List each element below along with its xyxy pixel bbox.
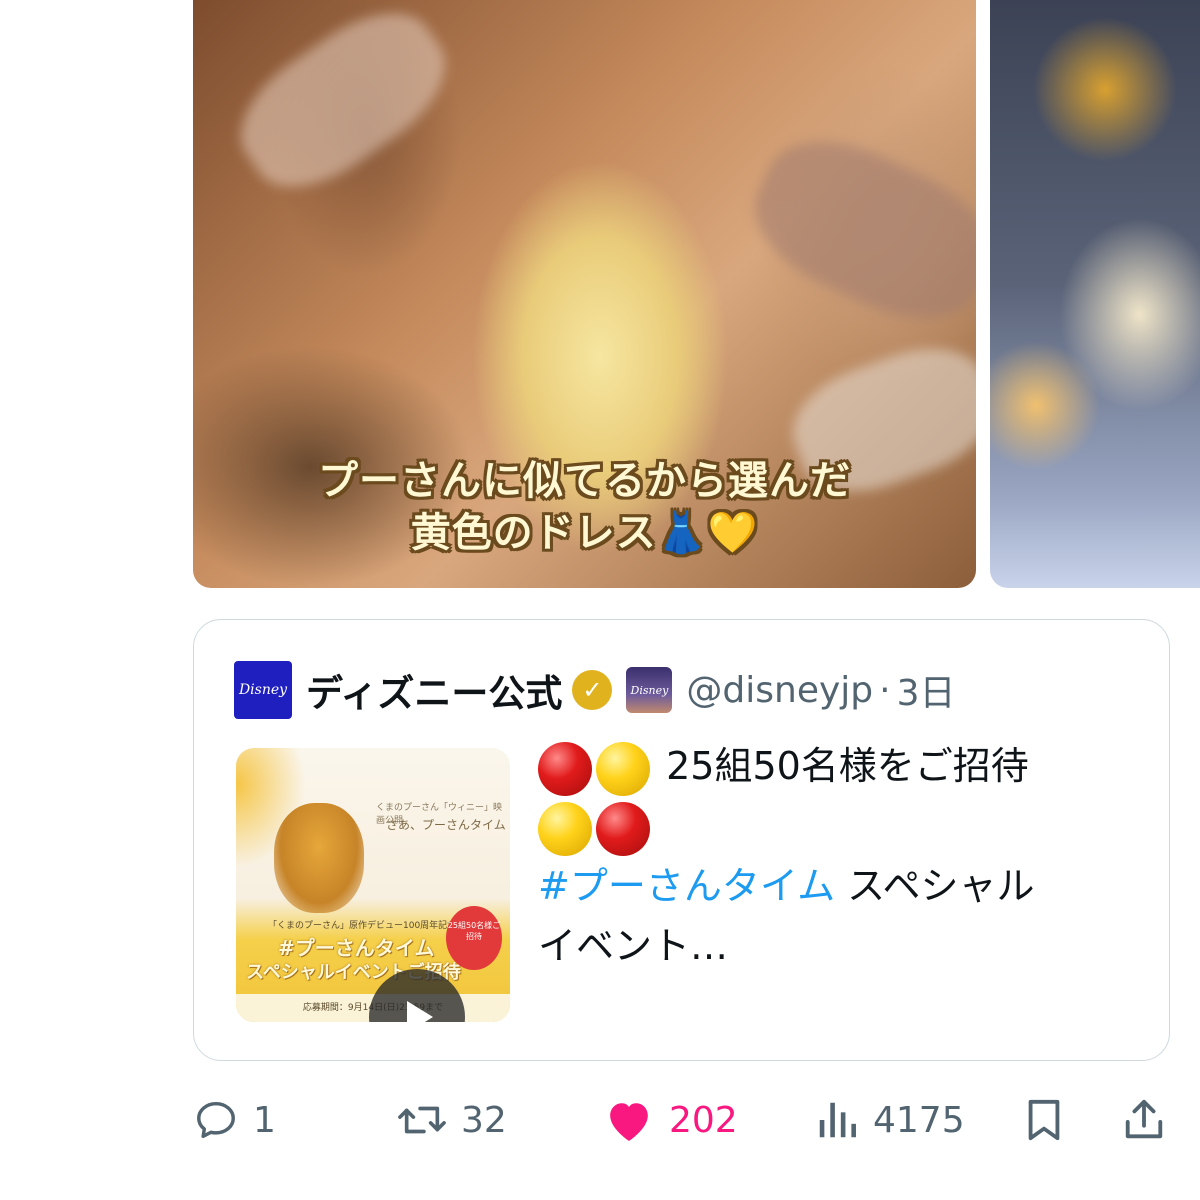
hashtag-link[interactable]: #プーさんタイム xyxy=(538,864,835,908)
reply-icon xyxy=(197,1101,235,1139)
avatar[interactable]: Disney xyxy=(234,661,292,719)
views-count: 4175 xyxy=(873,1099,965,1141)
post-text-special: スペシャル xyxy=(835,864,1035,908)
image-caption-line2: 黄色のドレス👗💛 xyxy=(410,510,759,556)
thumbnail-title: さあ、プーさんタイム xyxy=(386,818,506,832)
reply-count: 1 xyxy=(253,1099,276,1141)
bookmark-button[interactable] xyxy=(1023,1090,1065,1150)
quoted-post-header: Disney ディズニー公式 ✓ Disney @disneyjp · 3日 xyxy=(234,660,956,720)
text-line-4: イベント… xyxy=(538,916,1138,976)
verified-badge-icon: ✓ xyxy=(572,670,613,710)
retweet-button[interactable]: 32 xyxy=(397,1090,507,1150)
retweet-count: 32 xyxy=(461,1099,507,1141)
separator-dot: · xyxy=(879,669,891,711)
like-count: 202 xyxy=(669,1099,738,1141)
quoted-post-text: 25組50名様をご招待 #プーさんタイム スペシャル イベント… xyxy=(538,736,1138,976)
affiliate-logo-text: Disney xyxy=(630,683,669,697)
post-action-bar: 1 32 202 4175 xyxy=(193,1090,1173,1150)
pooh-illustration xyxy=(274,803,364,913)
account-name[interactable]: ディズニー公式 xyxy=(306,663,562,717)
bookmark-icon xyxy=(1028,1099,1060,1141)
views-button[interactable]: 4175 xyxy=(815,1090,965,1150)
post-text-invite: 25組50名様をご招待 xyxy=(666,744,1029,788)
yellow-circle-emoji xyxy=(596,741,650,796)
video-thumbnail[interactable]: くまのプーさん「ウィニー」映画公開 さあ、プーさんタイム 「くまのプーさん」原作… xyxy=(236,748,510,1022)
views-icon xyxy=(819,1102,856,1138)
text-line-2 xyxy=(538,796,1138,856)
thumbnail-small-text: 「くまのプーさん」原作デビュー100周年記念 xyxy=(268,921,457,931)
share-icon xyxy=(1125,1099,1163,1139)
blur-brush xyxy=(218,0,468,213)
post-timestamp[interactable]: 3日 xyxy=(897,664,956,716)
retweet-icon xyxy=(398,1106,446,1134)
red-circle-emoji xyxy=(596,801,650,856)
red-circle-emoji xyxy=(538,741,592,796)
quoted-post-card[interactable]: Disney ディズニー公式 ✓ Disney @disneyjp · 3日 く… xyxy=(193,619,1170,1061)
thumbnail-balloon: 25組50名様ご招待 xyxy=(446,906,502,970)
thumbnail-big-line1: #プーさんタイム xyxy=(278,936,435,960)
image-caption-line1: プーさんに似てるから選んだ xyxy=(318,458,851,504)
text-line-1: 25組50名様をご招待 xyxy=(538,736,1138,796)
heart-icon xyxy=(610,1103,648,1141)
yellow-circle-emoji xyxy=(538,801,592,856)
share-button[interactable] xyxy=(1121,1090,1167,1150)
play-icon xyxy=(407,1001,433,1022)
text-line-3: #プーさんタイム スペシャル xyxy=(538,856,1138,916)
media-image-next[interactable] xyxy=(990,0,1200,588)
post-text-event: イベント… xyxy=(538,924,729,968)
blur-brush xyxy=(734,115,976,345)
like-button[interactable]: 202 xyxy=(603,1090,738,1150)
affiliate-badge-icon[interactable]: Disney xyxy=(626,667,673,713)
avatar-logo-text: Disney xyxy=(238,682,288,698)
media-image-main[interactable]: プーさんに似てるから選んだ 黄色のドレス👗💛 xyxy=(193,0,976,588)
reply-button[interactable]: 1 xyxy=(193,1090,276,1150)
account-handle: @disneyjp xyxy=(686,669,874,711)
